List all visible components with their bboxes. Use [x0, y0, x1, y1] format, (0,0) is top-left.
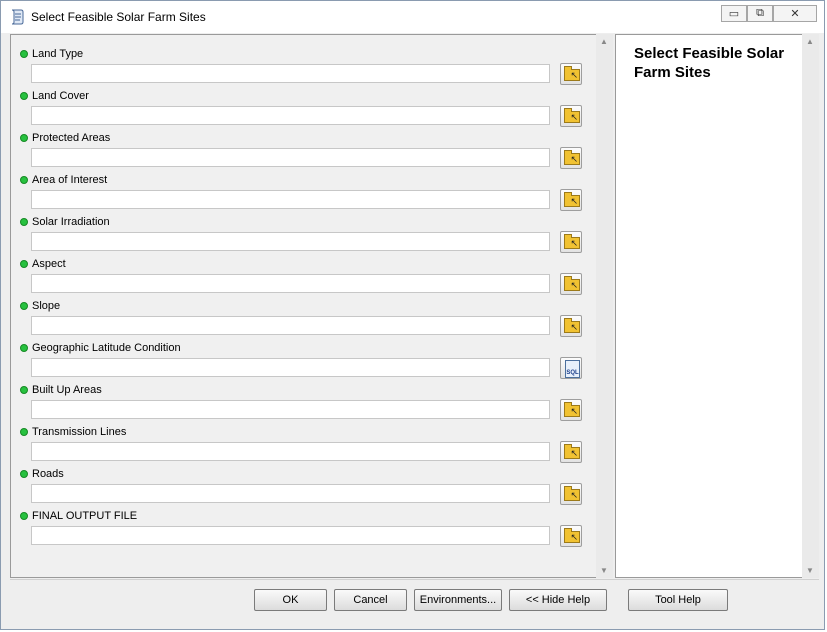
required-parameter-icon [20, 134, 28, 142]
help-scrollbar[interactable]: ▲ ▼ [802, 34, 819, 578]
parameter-label: Slope [20, 300, 60, 312]
parameter-input[interactable] [31, 526, 550, 545]
browse-button[interactable]: ↖ [560, 273, 582, 295]
open-folder-icon: ↖ [564, 318, 580, 333]
parameter-input[interactable] [31, 442, 550, 461]
parameter-label: Built Up Areas [20, 384, 102, 396]
browse-button[interactable]: ↖ [560, 315, 582, 337]
scroll-down-icon[interactable]: ▼ [600, 566, 608, 575]
required-parameter-icon [20, 428, 28, 436]
parameter-label: Solar Irradiation [20, 216, 110, 228]
parameter-input[interactable] [31, 484, 550, 503]
environments-button[interactable]: Environments... [414, 589, 502, 611]
parameter-input[interactable] [31, 316, 550, 335]
parameter-input[interactable] [31, 400, 550, 419]
parameter-label-text: Slope [32, 300, 61, 312]
parameter-input[interactable] [31, 190, 550, 209]
browse-button[interactable]: ↖ [560, 105, 582, 127]
required-parameter-icon [20, 50, 28, 58]
parameter-label-text: Protected Areas [32, 132, 111, 144]
open-folder-icon: ↖ [564, 66, 580, 81]
parameter-label: Area of Interest [20, 174, 107, 186]
browse-button[interactable]: ↖ [560, 441, 582, 463]
required-parameter-icon [20, 218, 28, 226]
restore-button[interactable]: ⧉ [747, 5, 773, 22]
parameter-input[interactable] [31, 64, 550, 83]
required-parameter-icon [20, 176, 28, 184]
parameter-input[interactable] [31, 106, 550, 125]
parameter-label: Roads [20, 468, 64, 480]
parameter-label-text: Land Type [32, 48, 84, 60]
required-parameter-icon [20, 302, 28, 310]
title-bar: Select Feasible Solar Farm Sites ▭ ⧉ ✕ [1, 1, 824, 33]
open-folder-icon: ↖ [564, 108, 580, 123]
parameter-label: FINAL OUTPUT FILE [20, 510, 137, 522]
cancel-button[interactable]: Cancel [334, 589, 407, 611]
window-controls: ▭ ⧉ ✕ [721, 5, 817, 22]
open-folder-icon: ↖ [564, 486, 580, 501]
parameter-label-text: Solar Irradiation [32, 216, 110, 228]
parameter-label-text: Roads [32, 468, 64, 480]
required-parameter-icon [20, 92, 28, 100]
tool-help-button[interactable]: Tool Help [628, 589, 728, 611]
browse-button[interactable]: ↖ [560, 63, 582, 85]
parameters-scrollbar[interactable]: ▲ ▼ [596, 34, 613, 578]
open-folder-icon: ↖ [564, 276, 580, 291]
scroll-up-icon[interactable]: ▲ [600, 37, 608, 46]
parameter-label-text: FINAL OUTPUT FILE [32, 510, 138, 522]
parameter-label: Geographic Latitude Condition [20, 342, 181, 354]
browse-button[interactable]: ↖ [560, 231, 582, 253]
tool-dialog-window: Select Feasible Solar Farm Sites ▭ ⧉ ✕ L… [0, 0, 825, 630]
open-folder-icon: ↖ [564, 192, 580, 207]
parameter-label: Aspect [20, 258, 66, 270]
parameter-input[interactable] [31, 358, 550, 377]
open-folder-icon: ↖ [564, 444, 580, 459]
browse-button[interactable]: ↖ [560, 525, 582, 547]
sql-builder-button[interactable]: SQL [560, 357, 582, 379]
open-folder-icon: ↖ [564, 150, 580, 165]
required-parameter-icon [20, 512, 28, 520]
scroll-up-icon[interactable]: ▲ [806, 37, 814, 46]
required-parameter-icon [20, 344, 28, 352]
parameter-label-text: Geographic Latitude Condition [32, 342, 181, 354]
parameter-label-text: Built Up Areas [32, 384, 102, 396]
parameter-label-text: Aspect [32, 258, 66, 270]
ok-button[interactable]: OK [254, 589, 327, 611]
parameter-label: Land Cover [20, 90, 89, 102]
parameter-label: Protected Areas [20, 132, 110, 144]
parameter-label-text: Transmission Lines [32, 426, 127, 438]
help-title: Select Feasible Solar Farm Sites [634, 45, 785, 81]
browse-button[interactable]: ↖ [560, 147, 582, 169]
browse-button[interactable]: ↖ [560, 483, 582, 505]
browse-button[interactable]: ↖ [560, 189, 582, 211]
parameter-label: Transmission Lines [20, 426, 126, 438]
parameter-input[interactable] [31, 274, 550, 293]
required-parameter-icon [20, 260, 28, 268]
parameter-label: Land Type [20, 48, 83, 60]
window-title: Select Feasible Solar Farm Sites [31, 10, 206, 24]
close-button[interactable]: ✕ [773, 5, 817, 22]
required-parameter-icon [20, 470, 28, 478]
open-folder-icon: ↖ [564, 528, 580, 543]
open-folder-icon: ↖ [564, 234, 580, 249]
minimize-icon: ▭ [728, 8, 740, 20]
minimize-button[interactable]: ▭ [721, 5, 747, 22]
scroll-down-icon[interactable]: ▼ [806, 566, 814, 575]
script-tool-icon [11, 9, 24, 25]
parameter-label-text: Area of Interest [32, 174, 108, 186]
sql-icon: SQL [565, 360, 580, 378]
hide-help-button[interactable]: << Hide Help [509, 589, 607, 611]
restore-icon: ⧉ [756, 7, 764, 19]
close-icon: ✕ [790, 8, 800, 20]
open-folder-icon: ↖ [564, 402, 580, 417]
parameter-input[interactable] [31, 232, 550, 251]
help-panel: Select Feasible Solar Farm Sites [615, 34, 803, 578]
parameter-input[interactable] [31, 148, 550, 167]
browse-button[interactable]: ↖ [560, 399, 582, 421]
required-parameter-icon [20, 386, 28, 394]
parameter-label-text: Land Cover [32, 90, 89, 102]
